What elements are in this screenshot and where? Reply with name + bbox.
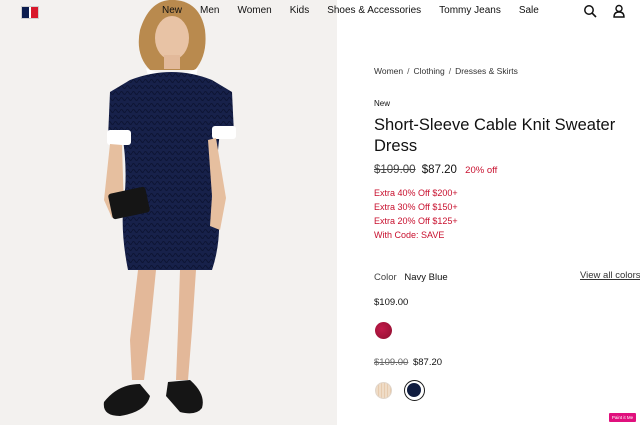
breadcrumb-clothing[interactable]: Clothing [414, 66, 445, 76]
swatch-cream[interactable] [375, 382, 392, 399]
product-image[interactable] [0, 0, 337, 425]
swatch-sale-price: $87.20 [412, 357, 443, 368]
swatch-group-price: $109.00 $87.20 [374, 357, 442, 368]
promo-line: Extra 30% Off $150+ [374, 202, 458, 212]
breadcrumb-women[interactable]: Women [374, 66, 403, 76]
breadcrumb: Women / Clothing / Dresses & Skirts [374, 66, 518, 76]
promo-line: Extra 20% Off $125+ [374, 216, 458, 226]
search-icon[interactable] [583, 4, 597, 18]
product-title: Short-Sleeve Cable Knit Sweater Dress [374, 116, 616, 155]
view-all-colors-link[interactable]: View all colors [580, 270, 640, 281]
nav-new[interactable]: New [162, 5, 182, 16]
selected-color: Navy Blue [404, 272, 448, 283]
paint-it-me-badge[interactable]: Paint it Me [609, 413, 636, 422]
nav-men[interactable]: Men [200, 5, 219, 16]
user-icon[interactable] [612, 4, 626, 18]
price-row: $109.00 $87.20 20% off [374, 164, 497, 176]
promo-code: With Code: SAVE [374, 230, 445, 240]
flag-logo[interactable] [21, 6, 39, 19]
sale-price: $87.20 [421, 164, 457, 176]
nav-kids[interactable]: Kids [290, 5, 309, 16]
swatch-original-price: $109.00 [374, 357, 409, 368]
nav-shoes-accessories[interactable]: Shoes & Accessories [327, 5, 421, 16]
new-badge: New [374, 99, 391, 108]
main-nav: New Men Women Kids Shoes & Accessories T… [162, 5, 557, 16]
nav-sale[interactable]: Sale [519, 5, 539, 16]
color-label: Color [374, 272, 397, 283]
promo-list: Extra 40% Off $200+ Extra 30% Off $150+ … [374, 186, 458, 242]
promo-line: Extra 40% Off $200+ [374, 188, 458, 198]
site-header: New Men Women Kids Shoes & Accessories T… [0, 0, 640, 26]
swatch-navy-selected[interactable] [404, 380, 425, 401]
model-photo [0, 0, 337, 425]
nav-women[interactable]: Women [237, 5, 271, 16]
original-price: $109.00 [374, 164, 416, 176]
product-info: Women / Clothing / Dresses & Skirts New Shor… [374, 0, 640, 425]
swatch-group-price: $109.00 [374, 297, 409, 308]
discount-label: 20% off [465, 165, 498, 176]
nav-tommy-jeans[interactable]: Tommy Jeans [439, 5, 501, 16]
breadcrumb-dresses-skirts[interactable]: Dresses & Skirts [455, 66, 518, 76]
swatch-red[interactable] [375, 322, 392, 339]
